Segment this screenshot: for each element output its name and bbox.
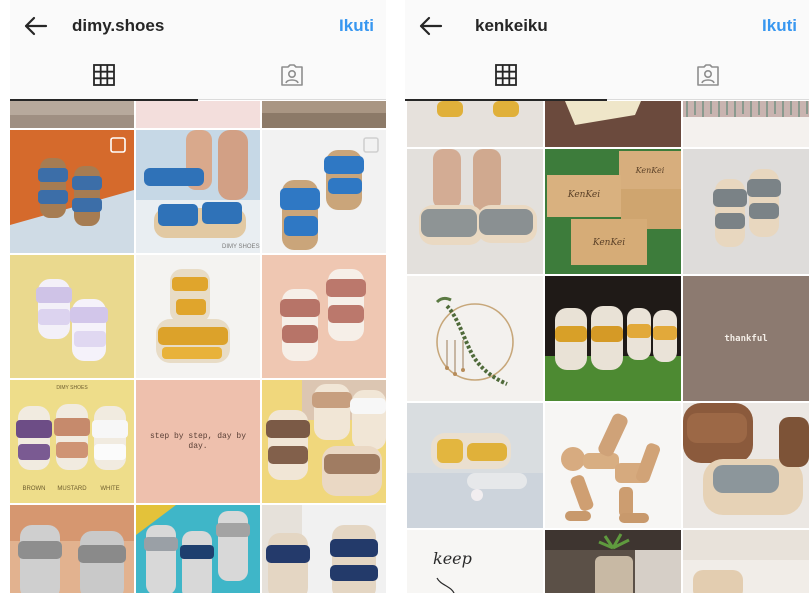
- tagged-person-icon: [697, 64, 719, 86]
- grid-post[interactable]: [407, 276, 543, 401]
- grid-post[interactable]: [545, 530, 681, 593]
- svg-text:MUSTARD: MUSTARD: [57, 486, 87, 492]
- tab-grid[interactable]: [405, 50, 607, 101]
- grid-post[interactable]: [683, 149, 809, 274]
- grid-post[interactable]: [10, 255, 134, 378]
- grid-post[interactable]: [10, 130, 134, 253]
- grid-post[interactable]: [262, 130, 386, 253]
- grid-post[interactable]: thankful: [683, 276, 809, 401]
- grid-post[interactable]: step by step, day by day.: [136, 380, 260, 503]
- svg-text:DIMY SHOES: DIMY SHOES: [222, 244, 260, 250]
- grid-post[interactable]: [262, 505, 386, 593]
- grid-post[interactable]: [545, 101, 681, 147]
- grid-post[interactable]: [262, 101, 386, 128]
- svg-text:BROWN: BROWN: [23, 486, 46, 492]
- top-bar: kenkeiku Ikuti: [405, 0, 809, 50]
- tab-tagged[interactable]: [607, 50, 809, 100]
- photo-grid: KenKei KenKei KenKei thankful keep: [405, 101, 809, 593]
- top-bar: dimy.shoes Ikuti: [10, 0, 386, 50]
- profile-username: dimy.shoes: [72, 16, 165, 35]
- grid-post[interactable]: KenKei KenKei KenKei: [545, 149, 681, 274]
- profile-username: kenkeiku: [475, 16, 548, 35]
- follow-button[interactable]: Ikuti: [762, 16, 797, 36]
- grid-post[interactable]: [10, 505, 134, 593]
- svg-text:KenKei: KenKei: [567, 190, 600, 200]
- grid-post[interactable]: [262, 380, 386, 503]
- back-arrow-icon[interactable]: [22, 12, 50, 40]
- tab-grid[interactable]: [10, 50, 198, 101]
- svg-text:KenKei: KenKei: [592, 238, 625, 248]
- grid-post[interactable]: [262, 255, 386, 378]
- quote-text: step by step, day by day.: [149, 431, 246, 451]
- grid-icon: [93, 64, 115, 86]
- svg-text:WHITE: WHITE: [100, 486, 119, 492]
- grid-post[interactable]: [407, 101, 543, 147]
- thankful-text: thankful: [724, 333, 768, 344]
- grid-post[interactable]: keep: [407, 530, 543, 593]
- grid-post[interactable]: [10, 101, 134, 128]
- grid-post[interactable]: [136, 101, 260, 128]
- grid-post[interactable]: [683, 403, 809, 528]
- grid-post[interactable]: DIMY SHOES BROWN MUSTARD WHITE: [10, 380, 134, 503]
- grid-post[interactable]: [545, 403, 681, 528]
- tagged-person-icon: [281, 64, 303, 86]
- photo-grid: DIMY SHOES DIMY SHOES BROWN MUSTARD WHIT…: [10, 101, 386, 593]
- follow-button[interactable]: Ikuti: [339, 16, 374, 36]
- grid-post[interactable]: DIMY SHOES: [136, 130, 260, 253]
- grid-post[interactable]: [683, 530, 809, 593]
- profile-tabs: [10, 50, 386, 101]
- svg-text:DIMY SHOES: DIMY SHOES: [56, 385, 88, 391]
- grid-post[interactable]: [407, 403, 543, 528]
- profile-tabs: [405, 50, 809, 101]
- back-arrow-icon[interactable]: [417, 12, 445, 40]
- svg-text:KenKei: KenKei: [635, 166, 665, 175]
- grid-post[interactable]: [545, 276, 681, 401]
- profile-panel-dimy-shoes: dimy.shoes Ikuti DIMY SHOES DIMY SHOES B…: [10, 0, 386, 593]
- grid-post[interactable]: [136, 255, 260, 378]
- tab-tagged[interactable]: [198, 50, 386, 100]
- svg-text:keep: keep: [433, 549, 472, 568]
- profile-panel-kenkeiku: kenkeiku Ikuti KenKei KenKei KenKei than…: [405, 0, 809, 593]
- grid-icon: [495, 64, 517, 86]
- grid-post[interactable]: [407, 149, 543, 274]
- grid-post[interactable]: [683, 101, 809, 147]
- grid-post[interactable]: [136, 505, 260, 593]
